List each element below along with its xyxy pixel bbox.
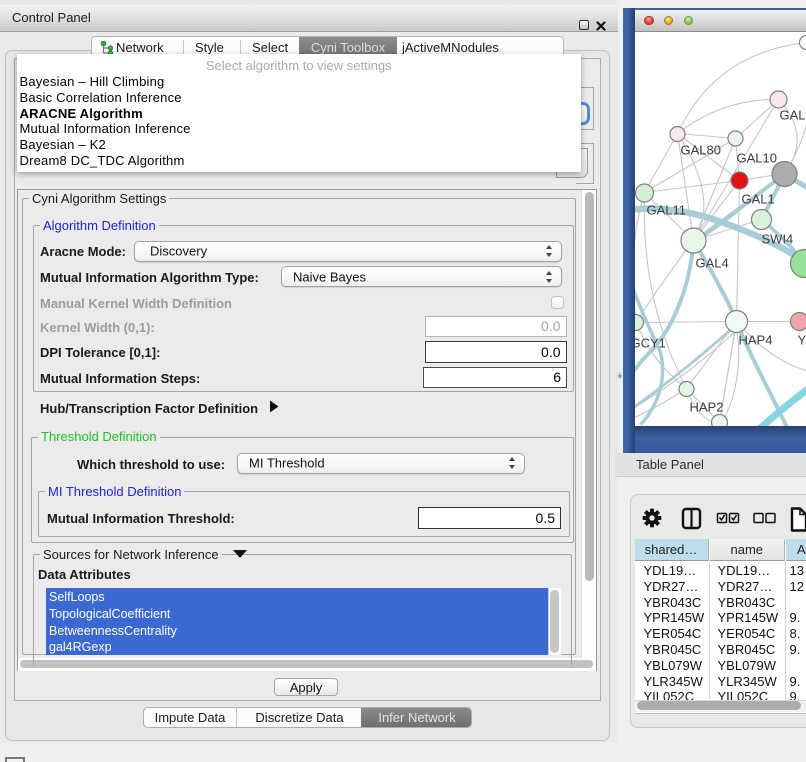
svg-text:GCY1: GCY1 (635, 335, 666, 350)
svg-text:GAL11: GAL11 (646, 202, 686, 217)
svg-text:HAP4: HAP4 (738, 332, 772, 347)
svg-text:YM: YM (797, 332, 806, 347)
svg-text:GAL1: GAL1 (741, 191, 774, 206)
svg-text:GAL4: GAL4 (695, 255, 728, 270)
svg-text:GAL7: GAL7 (779, 107, 806, 122)
svg-text:SWI4: SWI4 (761, 231, 793, 246)
svg-text:GAL80: GAL80 (680, 142, 720, 157)
svg-text:GAL10: GAL10 (736, 150, 776, 165)
svg-text:HAP2: HAP2 (689, 399, 723, 414)
